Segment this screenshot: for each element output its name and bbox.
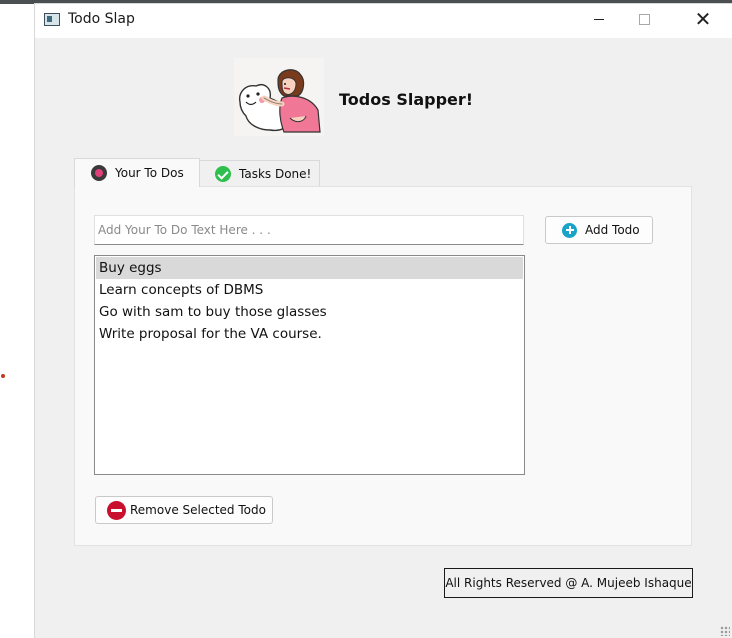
tab-label: Tasks Done! — [239, 167, 312, 181]
add-todo-button[interactable]: Add Todo — [545, 216, 653, 244]
copyright-footer: All Rights Reserved @ A. Mujeeb Ishaque — [444, 568, 693, 598]
record-icon — [91, 165, 107, 181]
plus-circle-icon — [562, 222, 577, 238]
list-item[interactable]: Learn concepts of DBMS — [96, 279, 523, 301]
check-circle-icon — [215, 166, 231, 182]
tab-tasks-done[interactable]: Tasks Done! — [200, 160, 320, 187]
tab-your-todos[interactable]: Your To Dos — [74, 158, 200, 187]
todo-text-input[interactable] — [94, 215, 524, 245]
list-item[interactable]: Write proposal for the VA course. — [96, 323, 523, 345]
close-icon: ✕ — [694, 7, 712, 31]
app-window-icon — [44, 13, 60, 26]
maximize-button[interactable] — [621, 4, 667, 34]
todo-list[interactable]: Buy eggs Learn concepts of DBMS Go with … — [94, 255, 525, 475]
remove-selected-todo-button[interactable]: Remove Selected Todo — [95, 496, 273, 524]
tab-label: Your To Dos — [115, 166, 184, 180]
desktop-background: Todo Slap ✕ Todos Slapper! Your To Dos T… — [0, 0, 732, 638]
remove-todo-label: Remove Selected Todo — [130, 503, 266, 517]
app-heading: Todos Slapper! — [339, 90, 474, 109]
close-button[interactable]: ✕ — [680, 4, 726, 34]
add-todo-label: Add Todo — [585, 223, 640, 237]
window-title: Todo Slap — [68, 11, 135, 27]
list-item[interactable]: Buy eggs — [96, 257, 523, 279]
app-window: Todo Slap ✕ Todos Slapper! Your To Dos T… — [35, 4, 732, 638]
resize-grip-icon[interactable] — [720, 626, 730, 636]
title-bar[interactable]: Todo Slap ✕ — [35, 4, 732, 38]
minimize-button[interactable] — [576, 4, 622, 34]
app-logo-image — [234, 58, 324, 136]
minus-circle-icon — [107, 500, 126, 520]
desktop-dot — [1, 374, 5, 378]
list-item[interactable]: Go with sam to buy those glasses — [96, 301, 523, 323]
